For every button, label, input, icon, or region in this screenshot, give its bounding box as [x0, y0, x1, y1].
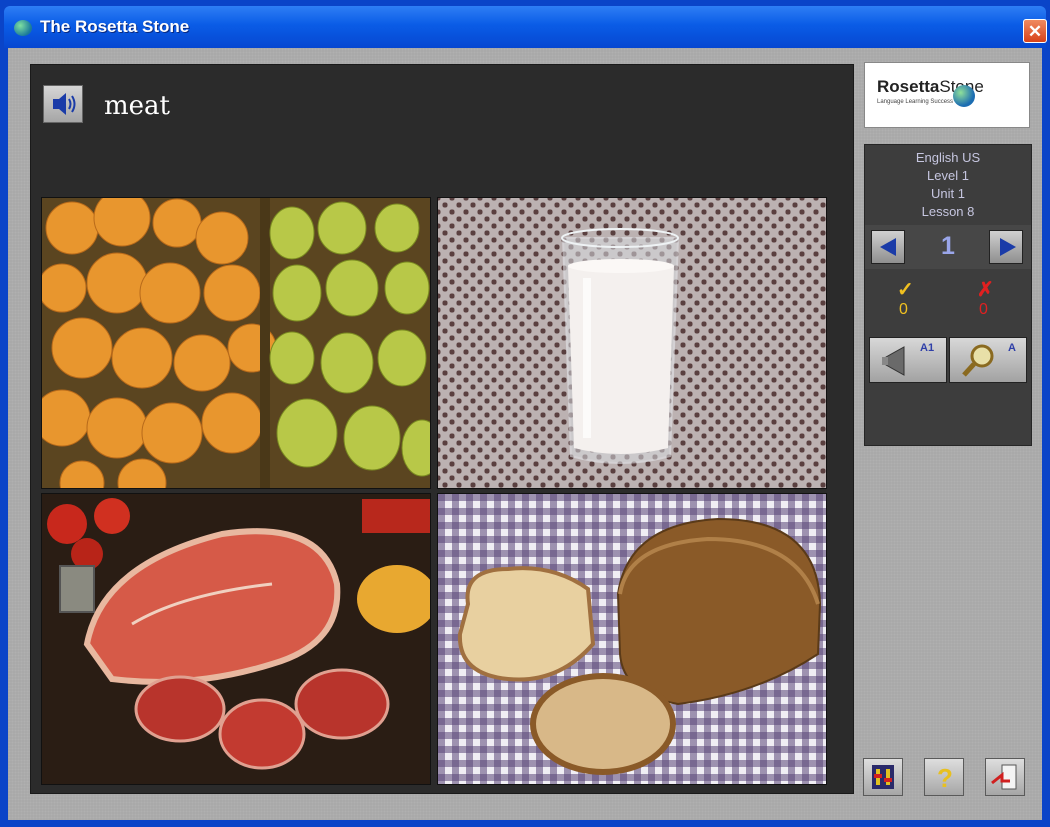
course-level: Level 1: [927, 168, 969, 183]
rosetta-stone-logo: RosettaStone Language Learning Success: [864, 62, 1030, 128]
app-icon: [14, 20, 32, 36]
magnifier-icon: [962, 344, 994, 377]
meat-image: [42, 494, 430, 784]
exit-door-icon: [991, 764, 1017, 790]
megaphone-icon: [882, 346, 905, 376]
help-button[interactable]: ?: [924, 758, 964, 796]
question-mark-icon: ?: [937, 763, 953, 793]
x-mark-icon: ✗: [977, 279, 994, 301]
exit-button[interactable]: [985, 758, 1025, 796]
close-button[interactable]: ✕: [1023, 19, 1047, 43]
svg-text:?: ?: [937, 763, 953, 793]
course-lesson: Lesson 8: [921, 204, 975, 219]
checkmark-icon: ✓: [897, 279, 914, 301]
listen-mode-label: A1: [920, 342, 935, 354]
speaker-icon: [53, 93, 76, 115]
logo-tagline: Language Learning Success: [877, 99, 954, 105]
image-choice-milk[interactable]: [437, 197, 827, 489]
score-display: ✓ ✗ 0 0: [865, 275, 1031, 327]
bread-image: [457, 517, 822, 775]
title-bar: The Rosetta Stone ✕: [4, 6, 1047, 48]
search-mode-label: A: [1008, 342, 1016, 354]
client-area: meat Rosetta Language Learning Success E…: [8, 48, 1042, 820]
next-screen-button[interactable]: [989, 230, 1023, 264]
wrong-count: 0: [979, 301, 988, 318]
settings-sliders-icon: [872, 765, 894, 789]
app-window: The Rosetta Stone ✕ meat Rosetta Languag…: [0, 0, 1050, 827]
arrow-right-icon: [1000, 238, 1016, 256]
prompt-word: meat: [104, 91, 170, 121]
image-choice-bread[interactable]: [437, 493, 827, 785]
image-choice-meat[interactable]: [41, 493, 431, 785]
window-title: The Rosetta Stone: [40, 17, 190, 36]
oranges-pears-image: [42, 198, 430, 488]
exercise-stage: meat: [30, 64, 854, 794]
previous-screen-button[interactable]: [871, 230, 905, 264]
speaker-button[interactable]: [43, 85, 83, 123]
globe-icon: [953, 85, 975, 107]
mode-selector: A1 A: [869, 337, 1027, 383]
screen-navigation: 1: [865, 225, 1031, 269]
image-choice-oranges-pears[interactable]: [41, 197, 431, 489]
screen-number: 1: [941, 232, 955, 260]
correct-count: 0: [899, 301, 908, 318]
search-mode-button[interactable]: A: [949, 337, 1027, 383]
lesson-info: English US Level 1 Unit 1 Lesson 8: [865, 149, 1031, 221]
listen-mode-button[interactable]: A1: [869, 337, 947, 383]
arrow-left-icon: [880, 238, 896, 256]
course-unit: Unit 1: [931, 186, 965, 201]
lesson-panel: English US Level 1 Unit 1 Lesson 8 1 ✓ ✗…: [864, 144, 1032, 446]
milk-glass-image: [561, 228, 680, 464]
course-language: English US: [915, 150, 981, 165]
preferences-button[interactable]: [863, 758, 903, 796]
